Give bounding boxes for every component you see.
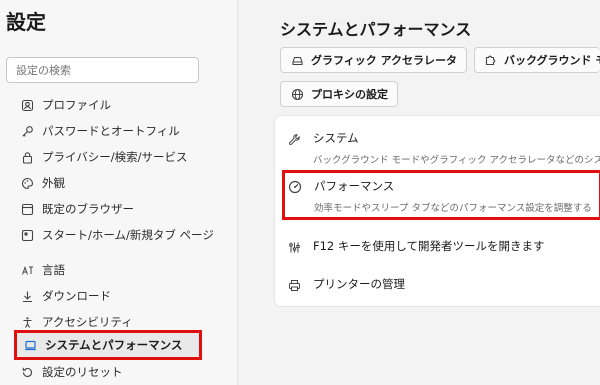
laptop-icon <box>23 338 37 352</box>
main-content: システムとパフォーマンス グラフィック アクセラレータ バックグラウンド モ プ… <box>238 0 600 385</box>
performance-row[interactable]: パフォーマンス 効率モードやスリープ タブなどのパフォーマンス設定を調整する <box>282 170 600 220</box>
sidebar-item-label: スタート/ホーム/新規タブ ページ <box>42 228 214 242</box>
chip-label: バックグラウンド モ <box>504 54 600 67</box>
settings-title: 設定 <box>6 10 46 34</box>
chip-label: プロキシの設定 <box>311 88 388 101</box>
globe-icon <box>290 87 304 101</box>
drive-icon <box>290 53 304 67</box>
sidebar-item-label: ダウンロード <box>42 289 111 303</box>
printer-icon <box>287 278 301 292</box>
sidebar-item-label: プライバシー/検索/サービス <box>42 150 188 164</box>
profile-icon <box>20 98 34 112</box>
gauge-icon <box>288 180 302 194</box>
sidebar-item-downloads[interactable]: ダウンロード <box>20 284 111 308</box>
sidebar-item-label: 外観 <box>42 176 65 190</box>
proxy-settings-chip[interactable]: プロキシの設定 <box>280 81 398 107</box>
row-title: システム <box>313 131 359 145</box>
sidebar-item-label: プロファイル <box>42 98 111 112</box>
row-text: システム バックグラウンド モードやグラフィック アクセラレータなどのシス <box>313 130 600 166</box>
row-description: バックグラウンド モードやグラフィック アクセラレータなどのシス <box>313 155 600 166</box>
sidebar-item-reset[interactable]: 設定のリセット <box>20 360 123 384</box>
graphics-acceleration-chip[interactable]: グラフィック アクセラレータ <box>280 47 468 73</box>
sidebar-item-appearance[interactable]: 外観 <box>20 171 65 195</box>
lock-icon <box>20 150 34 164</box>
sidebar-item-label: 言語 <box>42 263 65 277</box>
sidebar-item-label: アクセシビリティ <box>42 315 133 329</box>
sidebar-item-system-performance[interactable]: システムとパフォーマンス <box>14 330 202 360</box>
background-mode-chip[interactable]: バックグラウンド モ <box>474 47 600 73</box>
sidebar-item-default-browser[interactable]: 既定のブラウザー <box>20 197 134 221</box>
sidebar-item-profile[interactable]: プロファイル <box>20 93 111 117</box>
sidebar-item-passwords[interactable]: パスワードとオートフィル <box>20 119 180 143</box>
chip-label: グラフィック アクセラレータ <box>311 54 458 67</box>
row-text: パフォーマンス 効率モードやスリープ タブなどのパフォーマンス設定を調整する <box>314 178 592 214</box>
row-description: 効率モードやスリープ タブなどのパフォーマンス設定を調整する <box>314 203 592 214</box>
sidebar-item-label: システムとパフォーマンス <box>45 338 183 352</box>
settings-card: システム バックグラウンド モードやグラフィック アクセラレータなどのシス パフ… <box>275 116 600 306</box>
key-icon <box>20 124 34 138</box>
home-icon <box>20 228 34 242</box>
page-title: システムとパフォーマンス <box>280 20 472 39</box>
browser-icon <box>20 202 34 216</box>
printers-row[interactable]: プリンターの管理 <box>275 276 600 292</box>
devtools-row[interactable]: F12 キーを使用して開発者ツールを開きます <box>275 238 600 254</box>
sidebar-item-start-home[interactable]: スタート/ホーム/新規タブ ページ <box>20 223 214 247</box>
sidebar-item-languages[interactable]: 言語 <box>20 258 65 282</box>
row-title: パフォーマンス <box>314 179 395 193</box>
sidebar-item-label: パスワードとオートフィル <box>42 124 180 138</box>
sidebar-item-privacy[interactable]: プライバシー/検索/サービス <box>20 145 188 169</box>
system-row[interactable]: システム バックグラウンド モードやグラフィック アクセラレータなどのシス <box>275 130 600 166</box>
palette-icon <box>20 176 34 190</box>
wrench-icon <box>287 132 301 146</box>
devtools-icon <box>287 240 301 254</box>
accessibility-icon <box>20 315 34 329</box>
row-title: F12 キーを使用して開発者ツールを開きます <box>313 239 545 253</box>
download-icon <box>20 289 34 303</box>
sidebar-item-label: 設定のリセット <box>42 365 123 379</box>
language-icon <box>20 263 34 277</box>
settings-search-input[interactable] <box>6 57 199 83</box>
sidebar-item-label: 既定のブラウザー <box>42 202 134 216</box>
puzzle-icon <box>484 53 497 67</box>
reset-icon <box>20 365 34 379</box>
row-title: プリンターの管理 <box>313 277 405 291</box>
sidebar: 設定 プロファイル パスワードとオートフィル プライバシー/検索/サービス 外観 <box>0 0 238 385</box>
